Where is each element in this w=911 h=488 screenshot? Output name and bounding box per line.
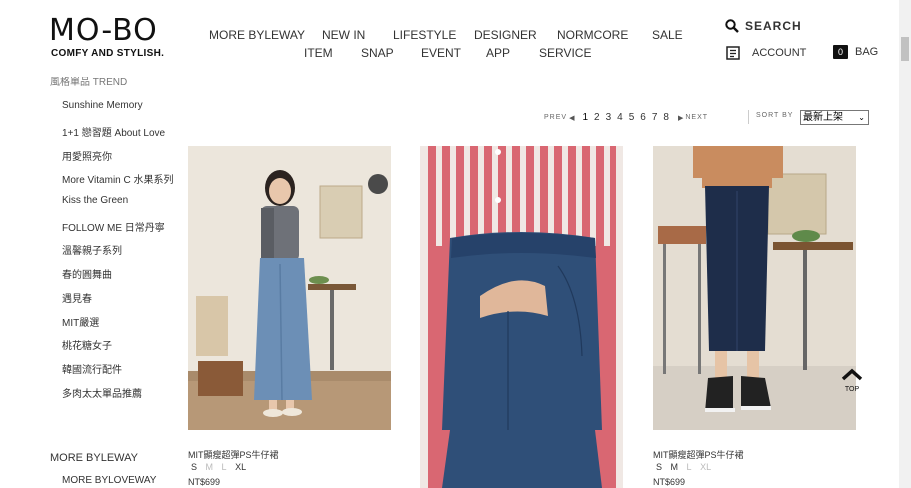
size-option: L [221,462,227,472]
nav-snap[interactable]: SNAP [361,46,394,60]
product-photo-1 [188,146,391,430]
pager-divider [748,110,749,124]
nav-event[interactable]: EVENT [421,46,461,60]
bag-icon: 0 [833,45,848,59]
account-link[interactable]: ACCOUNT [726,46,806,60]
search-icon [725,19,739,33]
search-label: SEARCH [745,19,802,33]
nav-sale[interactable]: SALE [652,28,683,42]
product-price: NT$699 [653,477,686,487]
nav-app[interactable]: APP [486,46,510,60]
bag-label: BAG [855,46,879,58]
product-photo-2 [420,146,623,430]
nav-new-in[interactable]: NEW IN [322,28,365,42]
nav-designer[interactable]: DESIGNER [474,28,537,42]
brand-tagline: COMFY AND STYLISH. [51,48,165,59]
scrollbar-thumb[interactable] [901,37,909,61]
sort-select[interactable]: 最新上架 ⌄ [800,110,869,125]
product-image[interactable] [420,430,623,488]
product-photo-3 [653,146,856,430]
nav-item[interactable]: ITEM [304,46,333,60]
page-4[interactable]: 4 [617,112,623,123]
nav-lifestyle[interactable]: LIFESTYLE [393,28,456,42]
sidebar-item-kiss-the-green[interactable]: Kiss the Green [62,195,128,206]
account-icon [726,46,740,60]
sidebar-item-meet-spring[interactable]: 遇見春 [62,290,92,305]
product-name[interactable]: MIT顯瘦超彈PS牛仔裙 [188,448,279,461]
product-image[interactable] [420,146,623,430]
sidebar-item-mit[interactable]: MIT嚴選 [62,314,99,329]
sidebar-item-spring-waltz[interactable]: 春的圓舞曲 [62,266,112,281]
page-scrollbar[interactable] [899,0,911,488]
brand-logo[interactable]: MO-BO [49,14,158,48]
product-image[interactable] [188,146,391,430]
sidebar-section-title[interactable]: MORE BYLEWAY [50,452,138,464]
product-price: NT$699 [188,477,221,487]
sidebar-heading: 風格單品 TREND [50,77,128,87]
product-name[interactable]: MIT顯瘦超彈PS牛仔裙 [653,448,744,461]
page-1[interactable]: 1 [582,112,588,123]
sort-label: SORT BY [756,112,794,119]
pager-next[interactable]: NEXT [685,114,708,121]
size-option: M [205,462,214,472]
sort-value: 最新上架 [803,112,843,123]
sidebar-item-family[interactable]: 溫馨親子系列 [62,242,122,257]
page-7[interactable]: 7 [652,112,658,123]
pager-prev[interactable]: PREV [544,114,567,121]
search-button[interactable]: SEARCH [725,19,802,33]
product-image[interactable] [653,146,856,430]
size-list: S M L XL [191,462,252,472]
bag-count: 0 [837,47,843,57]
bag-link[interactable]: 0 BAG [833,45,878,59]
chevron-up-icon [841,368,863,381]
nav-more-byleway[interactable]: MORE BYLEWAY [209,28,305,42]
next-arrow-icon[interactable]: ▶ [678,114,683,122]
back-to-top-button[interactable]: TOP [840,368,864,393]
account-label: ACCOUNT [752,47,807,59]
size-option[interactable]: M [671,462,679,472]
sidebar-item-succulent[interactable]: 多肉太太單品推薦 [62,385,142,400]
nav-normcore[interactable]: NORMCORE [557,28,628,42]
page-3[interactable]: 3 [606,112,612,123]
sidebar-item-follow-me[interactable]: FOLLOW ME 日常丹寧 [62,219,165,234]
sidebar-item-about-love[interactable]: 1+1 戀習題 About Love [62,124,165,139]
sidebar-item-peach-girl[interactable]: 桃花糖女子 [62,337,112,352]
product-photo-2-next [420,430,623,488]
size-option[interactable]: S [191,462,197,472]
sidebar-item-light-you[interactable]: 用愛照亮你 [62,148,112,163]
pagination: PREV ◀ 1 2 3 4 5 6 7 8 ▶ NEXT [544,112,708,123]
sidebar-item-more-byloveway[interactable]: MORE BYLOVEWAY [62,475,156,486]
size-option[interactable]: S [656,462,662,472]
top-label: TOP [844,386,860,393]
page-2[interactable]: 2 [594,112,600,123]
size-option[interactable]: XL [235,462,246,472]
page-5[interactable]: 5 [629,112,635,123]
prev-arrow-icon[interactable]: ◀ [569,114,574,122]
sidebar-item-sunshine-memory[interactable]: Sunshine Memory [62,100,143,111]
page-6[interactable]: 6 [640,112,646,123]
size-option: XL [700,462,712,472]
size-list: S M L XL [656,462,717,472]
chevron-down-icon: ⌄ [858,113,865,122]
sidebar-item-korea-accessories[interactable]: 韓國流行配件 [62,361,122,376]
sidebar-item-vitamin-c[interactable]: More Vitamin C 水果系列 [62,171,174,186]
size-option: L [686,462,692,472]
nav-service[interactable]: SERVICE [539,46,591,60]
page-8[interactable]: 8 [663,112,669,123]
